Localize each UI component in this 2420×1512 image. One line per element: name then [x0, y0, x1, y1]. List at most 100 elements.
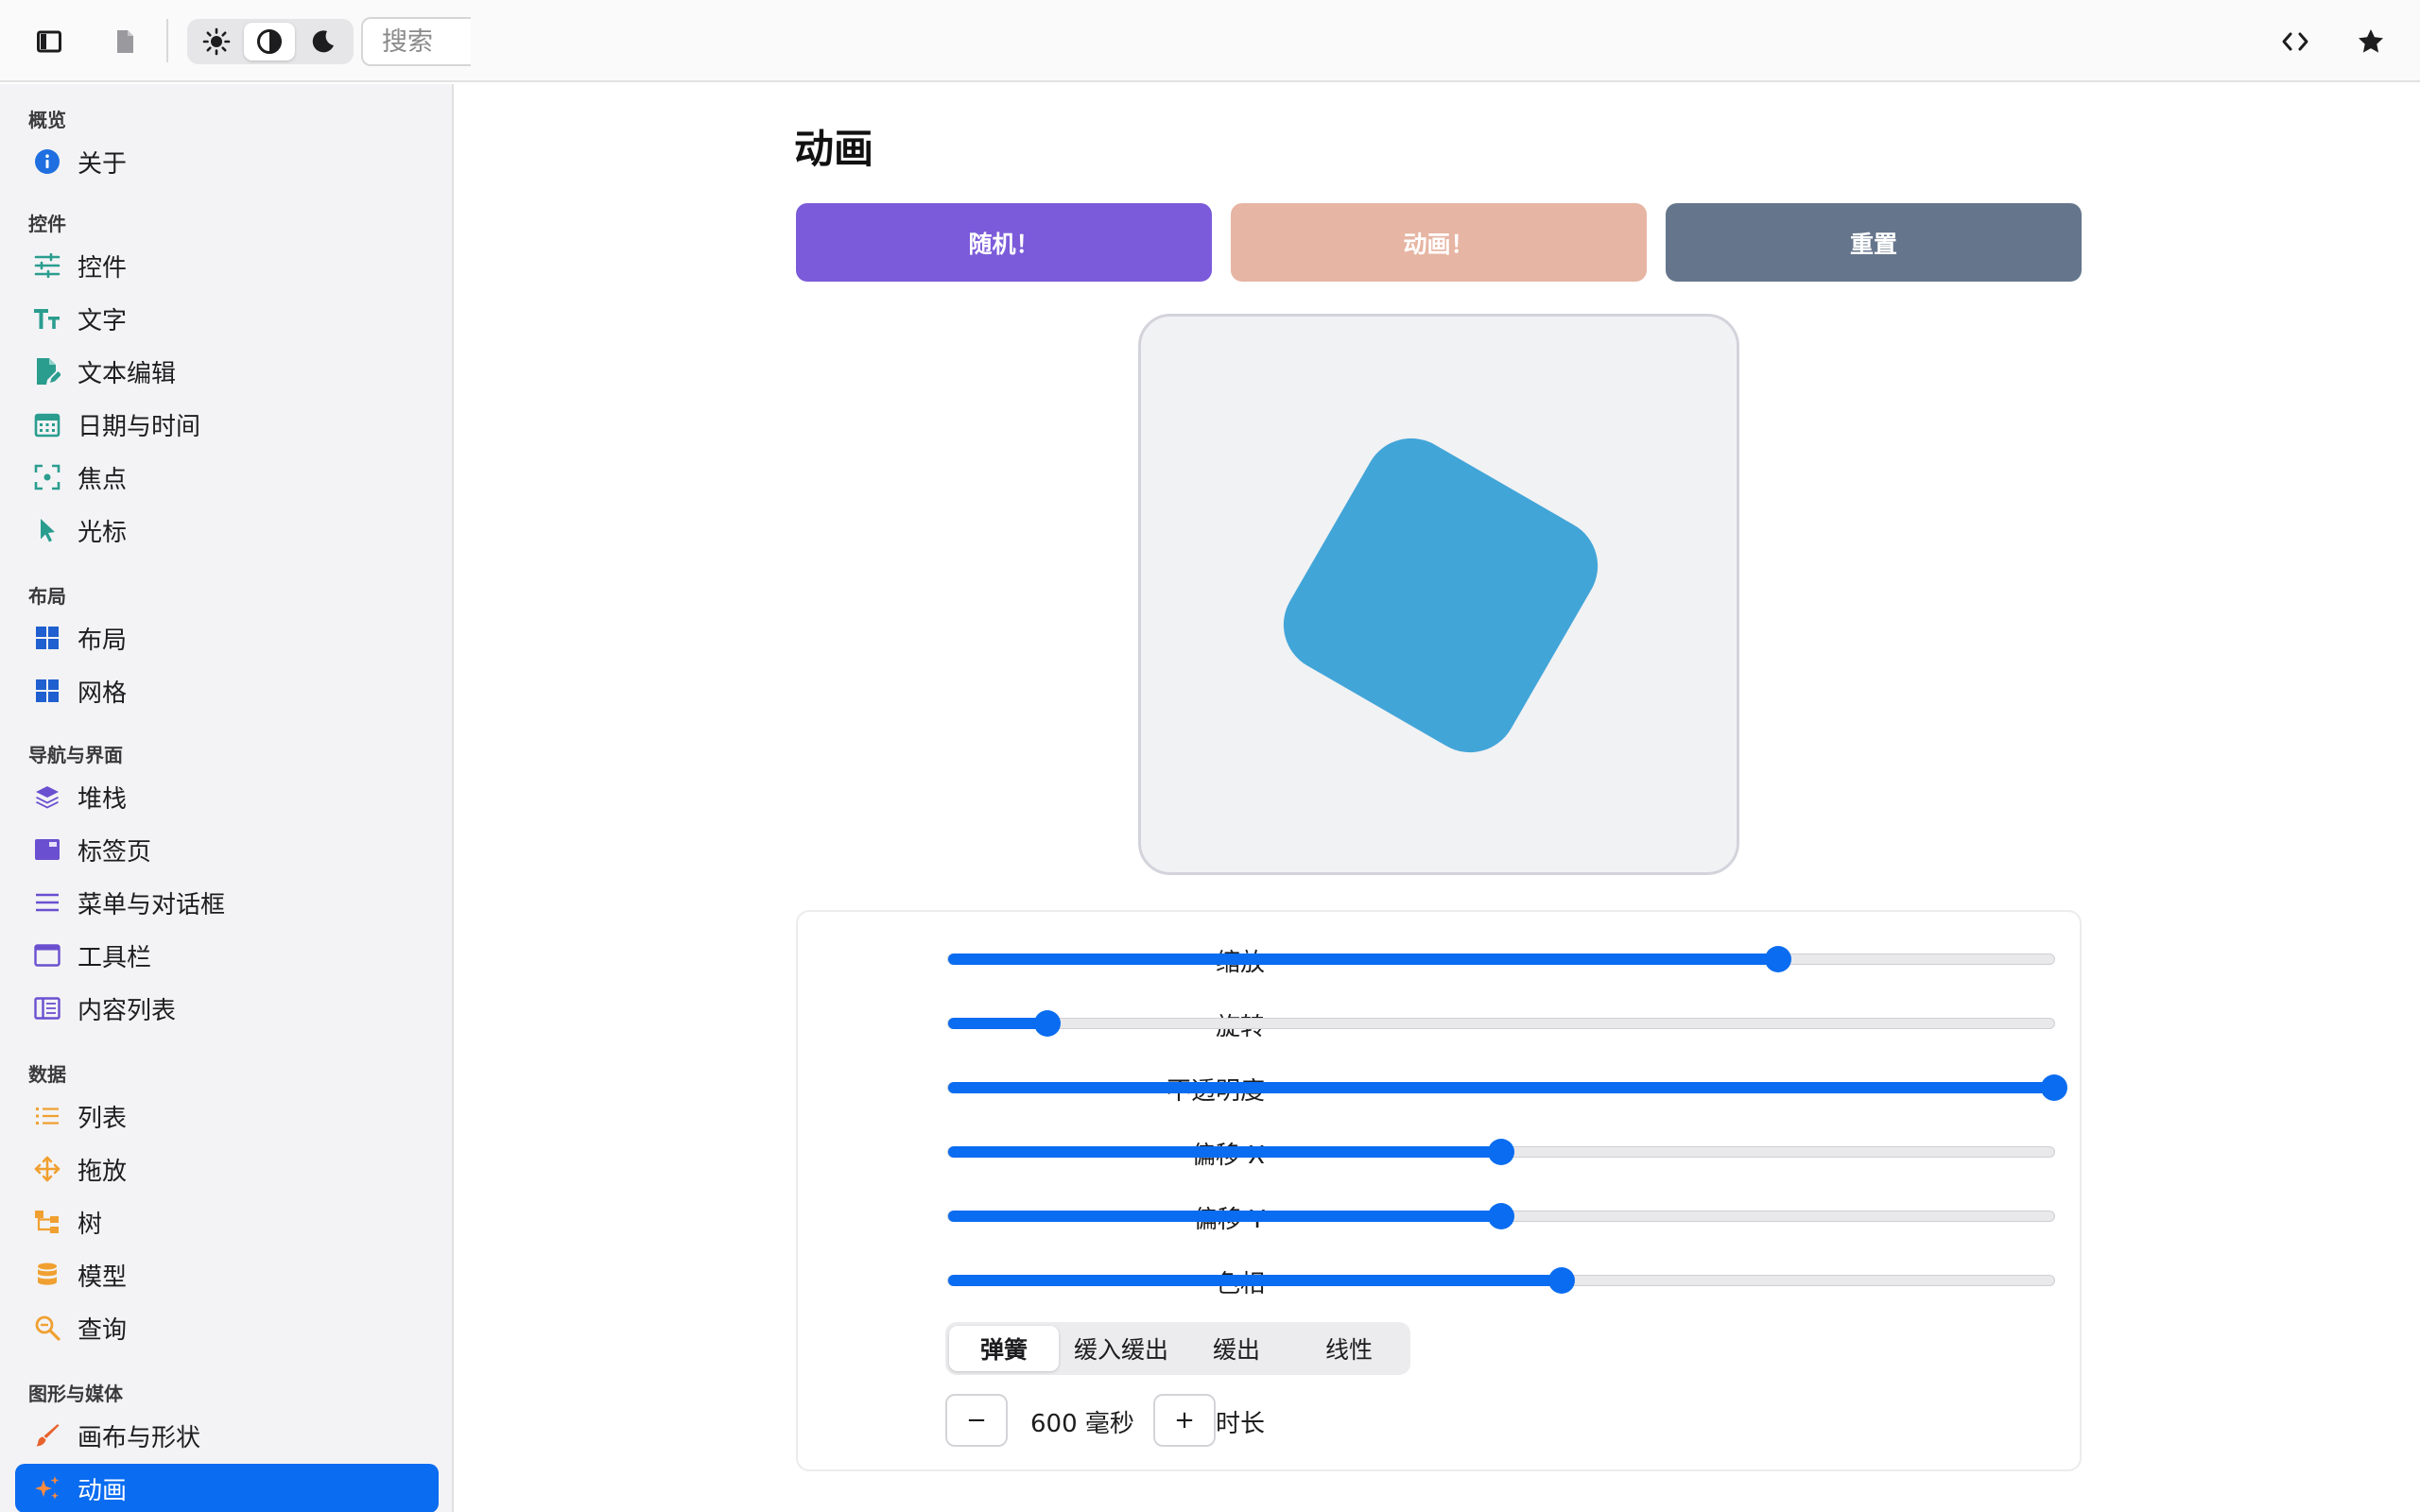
- scale-slider[interactable]: [947, 946, 2055, 972]
- sidebar-item-query[interactable]: 查询: [15, 1303, 439, 1352]
- document-icon: [117, 30, 133, 53]
- slider-thumb[interactable]: [1488, 1139, 1514, 1165]
- search-zoom-icon: [32, 1313, 62, 1343]
- slider-fill: [948, 954, 1778, 965]
- sparkle-icon: [32, 1473, 62, 1503]
- sidebar-item-menus[interactable]: 菜单与对话框: [15, 878, 439, 927]
- sidebar-item-drag-drop[interactable]: 拖放: [15, 1144, 439, 1194]
- slider-fill: [948, 1082, 2054, 1093]
- layers-icon: [32, 782, 62, 812]
- toolbar-divider: [166, 19, 168, 62]
- text-size-icon: [32, 303, 62, 334]
- slider-fill: [948, 1275, 1563, 1286]
- code-icon: [2282, 32, 2308, 51]
- sidebar-item-list[interactable]: 列表: [15, 1091, 439, 1141]
- animation-stage: [1138, 314, 1739, 875]
- sidebar-item-stack[interactable]: 堆栈: [15, 772, 439, 821]
- duration-label: 时长: [1215, 1410, 1265, 1438]
- sidebar-item-layout[interactable]: 布局: [15, 613, 439, 662]
- top-toolbar: [0, 0, 2420, 82]
- duration-increase-button[interactable]: +: [1153, 1394, 1216, 1447]
- document-button[interactable]: [104, 23, 146, 60]
- sidebar-item-content-list[interactable]: 内容列表: [15, 984, 439, 1033]
- offset-y-slider[interactable]: [947, 1203, 2055, 1229]
- cursor-icon: [32, 515, 62, 545]
- sidebar-item-label: 焦点: [78, 465, 128, 494]
- move-icon: [32, 1154, 62, 1184]
- sidebar-item-label: 堆栈: [78, 784, 128, 814]
- database-icon: [32, 1260, 62, 1290]
- sidebar-item-focus[interactable]: 焦点: [15, 453, 439, 502]
- moon-icon: [312, 30, 334, 53]
- theme-contrast-button[interactable]: [244, 23, 295, 60]
- sidebar-item-label: 日期与时间: [78, 412, 201, 441]
- sidebar-item-about[interactable]: 关于: [15, 137, 439, 186]
- sidebar-toggle-button[interactable]: [28, 23, 70, 60]
- sidebar-item-grid[interactable]: 网格: [15, 666, 439, 715]
- tree-icon: [32, 1207, 62, 1237]
- sidebar-item-model[interactable]: 模型: [15, 1250, 439, 1299]
- sidebar-section-layout: 布局: [28, 585, 66, 608]
- sidebar-section-controls: 控件: [28, 213, 66, 235]
- sidebar-item-label: 工具栏: [78, 943, 152, 972]
- duration-decrease-button[interactable]: −: [945, 1394, 1008, 1447]
- sidebar-item-tabs[interactable]: 标签页: [15, 825, 439, 874]
- slider-thumb[interactable]: [2041, 1074, 2067, 1101]
- sidebar-item-label: 标签页: [78, 837, 152, 867]
- sidebar-item-label: 拖放: [78, 1157, 128, 1186]
- sidebar-item-label: 树: [78, 1210, 103, 1239]
- sun-icon: [202, 27, 231, 56]
- info-icon: [32, 146, 62, 177]
- slider-thumb[interactable]: [1764, 946, 1791, 972]
- sidebar-item-controls[interactable]: 控件: [15, 241, 439, 290]
- sidebar-item-toolbar[interactable]: 工具栏: [15, 931, 439, 980]
- sidebar-item-label: 查询: [78, 1315, 128, 1345]
- slider-fill: [948, 1146, 1501, 1158]
- sidebar-item-label: 光标: [78, 518, 128, 547]
- favorite-button[interactable]: [2348, 21, 2394, 62]
- sidebar-item-text-edit[interactable]: 文本编辑: [15, 347, 439, 396]
- hue-slider[interactable]: [947, 1267, 2055, 1294]
- curve-option-ease-in-out[interactable]: 缓入缓出: [1063, 1326, 1180, 1371]
- curve-option-spring[interactable]: 弹簧: [949, 1326, 1059, 1371]
- sliders-icon: [32, 250, 62, 281]
- grid-icon: [32, 623, 62, 653]
- slider-fill: [948, 1018, 1048, 1029]
- curve-option-ease-out[interactable]: 缓出: [1184, 1326, 1289, 1371]
- sidebar-item-tree[interactable]: 树: [15, 1197, 439, 1246]
- sidebar-item-date-time[interactable]: 日期与时间: [15, 400, 439, 449]
- sidebar-item-animation[interactable]: 动画: [15, 1464, 439, 1512]
- rotation-slider[interactable]: [947, 1010, 2055, 1037]
- slider-fill: [948, 1211, 1501, 1222]
- sidebar-item-cursor[interactable]: 光标: [15, 506, 439, 555]
- star-icon: [2359, 29, 2383, 53]
- sidebar-item-label: 控件: [78, 253, 128, 283]
- sidebar-item-label: 列表: [78, 1104, 128, 1133]
- search-input[interactable]: [361, 17, 471, 66]
- code-button[interactable]: [2273, 21, 2318, 62]
- sidebar-item-label: 文字: [78, 306, 128, 335]
- doc-edit-icon: [32, 356, 62, 387]
- sidebar-toggle-icon: [37, 30, 61, 53]
- slider-thumb[interactable]: [1488, 1203, 1514, 1229]
- sidebar-section-navigation: 导航与界面: [28, 744, 123, 766]
- sidebar-item-canvas[interactable]: 画布与形状: [15, 1411, 439, 1460]
- theme-dark-button[interactable]: [297, 23, 348, 60]
- theme-switcher: [187, 19, 354, 64]
- curve-option-linear[interactable]: 线性: [1293, 1326, 1405, 1371]
- theme-light-button[interactable]: [191, 23, 242, 60]
- controls-panel: [796, 910, 2082, 1471]
- reset-button[interactable]: 重置: [1666, 203, 2082, 282]
- menu-icon: [32, 887, 62, 918]
- opacity-slider[interactable]: [947, 1074, 2067, 1101]
- random-button[interactable]: 随机！: [796, 203, 1212, 282]
- columns-icon: [32, 993, 62, 1023]
- sidebar-item-text[interactable]: 文字: [15, 294, 439, 343]
- offset-x-slider[interactable]: [947, 1139, 2055, 1165]
- contrast-icon: [257, 29, 282, 54]
- window-icon: [32, 940, 62, 971]
- sidebar-item-label: 动画: [78, 1476, 128, 1505]
- sidebar-item-label: 网格: [78, 679, 128, 708]
- animate-button[interactable]: 动画！: [1231, 203, 1647, 282]
- grid-icon: [32, 676, 62, 706]
